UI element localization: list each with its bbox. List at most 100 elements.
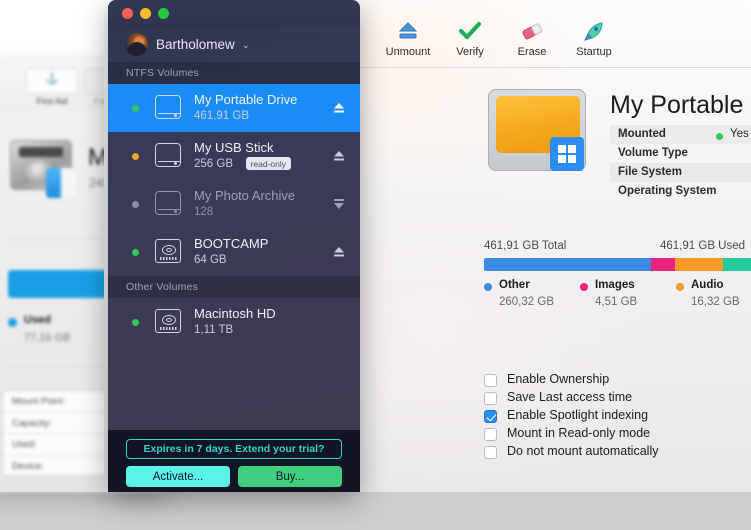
checkmark-icon (439, 18, 501, 44)
buy-button[interactable]: Buy... (238, 466, 342, 487)
eraser-icon (501, 18, 563, 44)
legend-value: 4,51 GB (595, 296, 638, 308)
volume-name: My USB Stick (194, 140, 274, 155)
chevron-down-icon[interactable]: ⌄ (242, 40, 250, 51)
background-legend-dot (8, 318, 17, 327)
main-toolbar: Unmount Verify Erase Startup (360, 0, 751, 67)
maximize-icon[interactable] (158, 8, 169, 19)
volume-name: My Portable Drive (194, 92, 298, 107)
storage-total-label: 461,91 GB Total (484, 240, 567, 252)
status-dot-icon (132, 201, 139, 208)
legend-dot-icon (580, 283, 588, 291)
startup-label: Startup (576, 46, 612, 58)
checkbox[interactable] (484, 428, 497, 441)
background-legend-value: 77,16 GB (24, 332, 71, 344)
status-dot-icon (132, 153, 139, 160)
status-dot-icon (132, 319, 139, 326)
close-icon[interactable] (122, 8, 133, 19)
volume-size: 256 GB (194, 158, 233, 170)
option-label: Mount in Read-only mode (507, 426, 651, 440)
storage-segment (484, 258, 651, 271)
windows-logo-icon (550, 137, 584, 171)
legend-label: Other (499, 279, 530, 291)
table-row: Volume Type USB External P (610, 144, 751, 163)
activate-button[interactable]: Activate... (126, 466, 230, 487)
trial-footer: Expires in 7 days. Extend your trial? Ac… (108, 430, 360, 492)
unmount-toolbar-button[interactable]: Unmount (377, 18, 439, 58)
option-label: Enable Spotlight indexing (507, 408, 649, 422)
ntfs-app-window: Bartholomew ⌄ ••• NTFS VolumesMy Portabl… (108, 0, 360, 492)
internal-drive-icon (153, 309, 183, 335)
checkbox[interactable] (484, 392, 497, 405)
volume-detail-panel: My Portable Drive Mounted Yes /Volumes/M… (360, 67, 751, 492)
desktop-strip (0, 492, 751, 530)
volume-size: 128 (194, 206, 214, 218)
volume-group-header: Other Volumes (108, 276, 360, 298)
volume-size: 461,91 GB (194, 110, 249, 122)
volume-name: BOOTCAMP (194, 236, 269, 251)
status-dot-icon (716, 132, 723, 140)
eject-icon[interactable] (332, 245, 346, 259)
verify-label: Verify (456, 46, 484, 58)
storage-segment (722, 258, 751, 271)
background-legend-label: Used (24, 314, 51, 326)
rocket-icon (563, 18, 625, 44)
external-drive-icon (153, 95, 183, 121)
status-dot-icon (132, 249, 139, 256)
checkbox[interactable] (484, 374, 497, 387)
ntfs-titlebar (108, 0, 360, 28)
list-item[interactable]: My USB Stick 256 GB read-only (108, 132, 360, 180)
minimize-icon[interactable] (140, 8, 151, 19)
mounted-value: Yes (716, 128, 749, 140)
account-row[interactable]: Bartholomew ⌄ ••• (108, 28, 360, 62)
storage-usage-bar (484, 258, 751, 271)
legend-label: Images (595, 279, 635, 291)
mount-icon[interactable] (332, 197, 346, 211)
list-item[interactable]: My Portable Drive 461,91 GB (108, 84, 360, 132)
option-label: Enable Ownership (507, 372, 610, 386)
extend-trial-button[interactable]: Expires in 7 days. Extend your trial? (126, 439, 342, 459)
volume-size: 64 GB (194, 254, 227, 266)
avatar (125, 33, 148, 56)
checkbox[interactable] (484, 410, 497, 423)
verify-toolbar-button[interactable]: Verify (439, 18, 501, 58)
page-title: My Portable Drive (610, 91, 751, 119)
orange-external-drive-icon (488, 89, 586, 171)
screenshot-root: ⚓ ◉ First Aid Partition Macin 249,68 G U… (0, 0, 751, 530)
external-drive-icon (153, 191, 183, 217)
list-item[interactable]: My Photo Archive 128 (108, 180, 360, 228)
storage-segment (675, 258, 723, 271)
checkbox[interactable] (484, 446, 497, 459)
eject-icon[interactable] (332, 149, 346, 163)
legend-value: 16,32 GB (691, 296, 740, 308)
erase-toolbar-button[interactable]: Erase (501, 18, 563, 58)
legend-label: Audio (691, 279, 724, 291)
status-dot-icon (132, 105, 139, 112)
storage-segment (650, 258, 676, 271)
finder-badge-icon (46, 168, 76, 198)
table-row: Mounted Yes /Volumes/My (610, 125, 751, 144)
internal-drive-icon (153, 239, 183, 265)
status-badge: read-only (245, 157, 292, 170)
external-drive-icon (153, 143, 183, 169)
unmount-label: Unmount (385, 46, 431, 58)
info-key: File System (618, 166, 682, 178)
legend-dot-icon (676, 283, 684, 291)
eject-icon (377, 18, 439, 44)
startup-toolbar-button[interactable]: Startup (563, 18, 625, 58)
volume-size: 1,11 TB (194, 324, 234, 336)
list-item[interactable]: BOOTCAMP 64 GB (108, 228, 360, 276)
background-first-aid-label: First Aid (36, 96, 68, 106)
table-row: File System Windows NT File (610, 163, 751, 182)
legend-dot-icon (484, 283, 492, 291)
table-row: Operating System (610, 182, 751, 201)
account-name: Bartholomew (156, 37, 235, 52)
stethoscope-icon: ⚓ (45, 73, 59, 85)
volume-info-table: Mounted Yes /Volumes/My Volume Type USB … (610, 125, 751, 201)
volume-name: Macintosh HD (194, 306, 276, 321)
info-key: Volume Type (618, 147, 688, 159)
legend-value: 260,32 GB (499, 296, 554, 308)
eject-icon[interactable] (332, 101, 346, 115)
volume-group-header: NTFS Volumes (108, 62, 360, 84)
list-item[interactable]: Macintosh HD 1,11 TB (108, 298, 360, 346)
